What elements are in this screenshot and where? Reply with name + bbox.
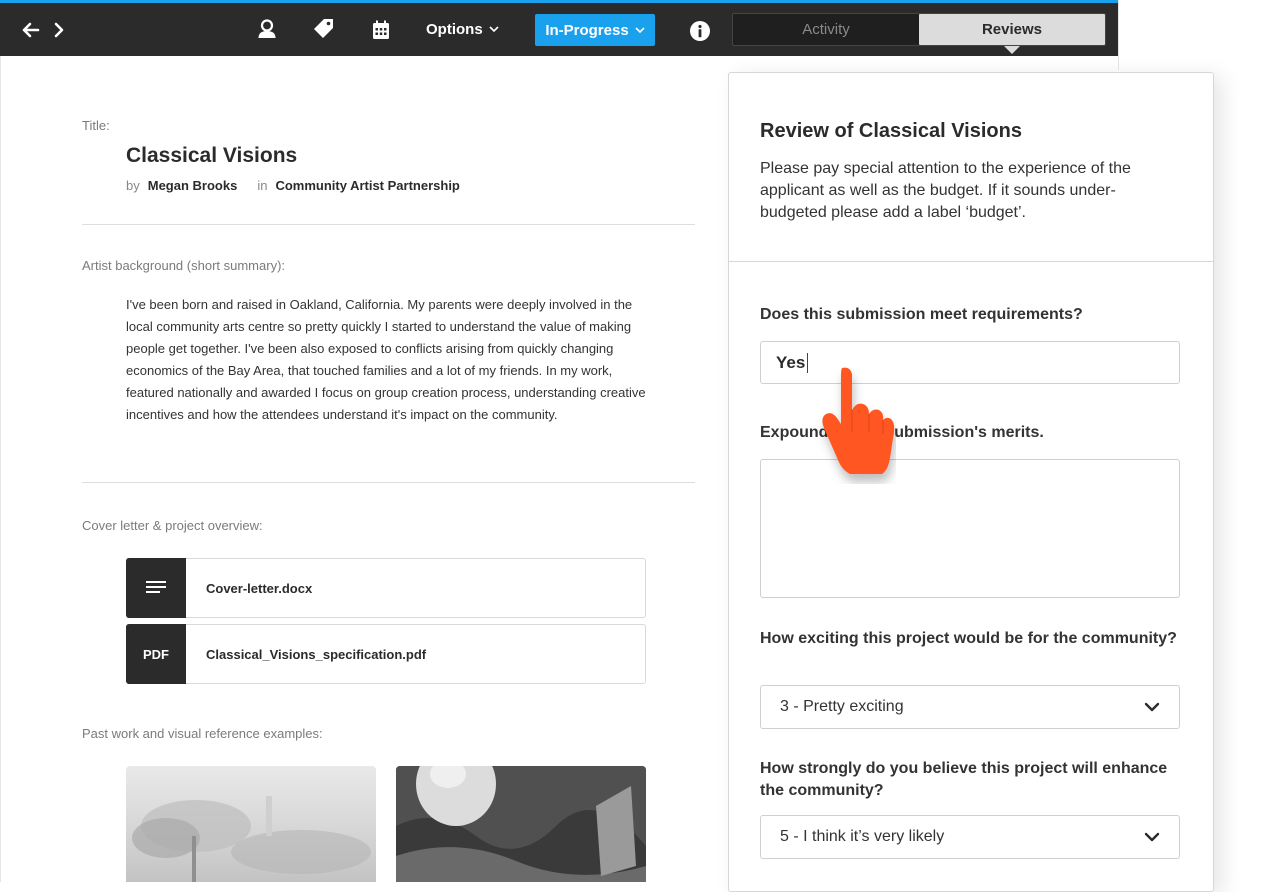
options-dropdown[interactable]: Options — [420, 14, 505, 44]
toolbar-accent-stripe — [0, 0, 1118, 3]
cover-label: Cover letter & project overview: — [82, 518, 263, 533]
enhancement-value: 5 - I think it’s very likely — [780, 828, 945, 845]
question-excitement: How exciting this project would be for t… — [760, 630, 1177, 647]
question-requirements: Does this submission meet requirements? — [760, 306, 1083, 323]
excitement-select[interactable]: 3 - Pretty exciting — [760, 685, 1180, 729]
arrow-right-icon — [54, 22, 64, 38]
assignee-button[interactable] — [254, 16, 280, 42]
options-label: Options — [426, 20, 483, 38]
chevron-down-icon — [1144, 832, 1160, 842]
tab-reviews[interactable]: Reviews — [919, 14, 1105, 45]
back-button[interactable] — [18, 18, 44, 42]
top-toolbar: Options In-Progress Activity Reviews — [0, 0, 1118, 56]
arrow-left-icon — [22, 22, 40, 38]
past-work-label: Past work and visual reference examples: — [82, 726, 323, 741]
chevron-down-icon — [489, 25, 499, 32]
tab-activity[interactable]: Activity — [733, 14, 919, 45]
section-divider — [82, 482, 695, 483]
background-label: Artist background (short summary): — [82, 258, 286, 273]
file-name: Classical_Visions_specification.pdf — [206, 646, 427, 662]
label-button[interactable] — [311, 16, 337, 42]
submission-title: Classical Visions — [126, 144, 298, 167]
view-tabs: Activity Reviews — [732, 13, 1106, 46]
forward-button[interactable] — [48, 18, 70, 42]
review-title: Review of Classical Visions — [760, 120, 1022, 142]
toolbar-edge — [1118, 0, 1119, 70]
info-icon — [690, 21, 710, 41]
document-lines-icon — [126, 558, 186, 618]
enhancement-select[interactable]: 5 - I think it’s very likely — [760, 815, 1180, 859]
file-name: Cover-letter.docx — [206, 580, 313, 596]
file-cover-letter[interactable]: Cover-letter.docx — [126, 558, 646, 618]
info-button[interactable] — [688, 19, 712, 43]
in-label: in — [257, 178, 268, 193]
program-link[interactable]: Community Artist Partnership — [275, 178, 459, 193]
requirements-value: Yes — [776, 352, 806, 372]
status-label: In-Progress — [545, 21, 629, 39]
user-icon — [258, 19, 276, 38]
panel-divider — [729, 261, 1213, 262]
byline: by Megan Brooks in Community Artist Part… — [126, 178, 460, 193]
file-specification-pdf[interactable]: PDF Classical_Visions_specification.pdf — [126, 624, 646, 684]
reference-image-landscape[interactable] — [126, 766, 376, 882]
calendar-icon — [373, 20, 389, 39]
hand-pointer-icon — [822, 367, 895, 474]
excitement-value: 3 - Pretty exciting — [780, 698, 904, 715]
review-panel: Review of Classical Visions Please pay s… — [728, 72, 1214, 892]
pdf-icon: PDF — [126, 624, 186, 684]
by-label: by — [126, 178, 140, 193]
status-dropdown[interactable]: In-Progress — [535, 14, 655, 46]
tag-icon — [314, 19, 333, 38]
calendar-button[interactable] — [368, 17, 394, 43]
document-edge — [0, 56, 1, 882]
text-cursor — [807, 352, 809, 373]
chevron-down-icon — [635, 26, 645, 33]
question-enhancement: How strongly do you believe this project… — [760, 760, 1168, 799]
review-instructions: Please pay special attention to the expe… — [760, 160, 1131, 221]
active-tab-caret — [1004, 46, 1020, 54]
section-divider — [82, 224, 695, 225]
background-text: I've been born and raised in Oakland, Ca… — [126, 297, 646, 422]
title-label: Title: — [82, 118, 110, 133]
chevron-down-icon — [1144, 702, 1160, 712]
reference-image-balloons[interactable] — [396, 766, 646, 882]
author-link[interactable]: Megan Brooks — [148, 178, 238, 193]
